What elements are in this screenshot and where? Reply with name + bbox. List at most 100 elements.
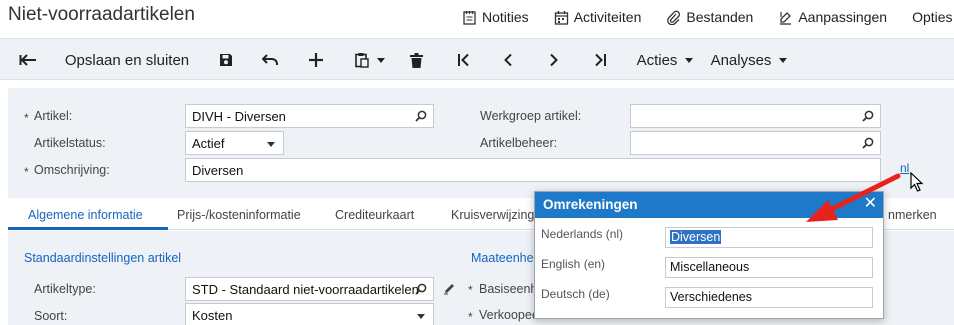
notes-icon	[463, 10, 476, 25]
tab-prijs-kosteninformatie[interactable]: Prijs-/kosteninformatie	[177, 208, 301, 222]
options-link-label: Opties	[912, 9, 953, 25]
files-link-label: Bestanden	[686, 9, 754, 25]
activities-link[interactable]: Activiteiten	[554, 9, 642, 25]
undo-button[interactable]	[256, 39, 284, 81]
tab-crediteurkaart[interactable]: Crediteurkaart	[335, 208, 414, 222]
default-settings-section-title: Standaardinstellingen artikel	[24, 251, 182, 265]
first-record-icon	[458, 53, 469, 67]
artikeltype-field[interactable]: STD - Standaard niet-voorraadartikelen	[185, 277, 434, 301]
last-record-icon	[595, 53, 606, 67]
required-marker: *	[468, 283, 473, 297]
translations-dialog-title: Omrekeningen	[543, 197, 638, 212]
next-button[interactable]	[540, 39, 568, 81]
translation-value-en: Miscellaneous	[670, 260, 750, 274]
customize-icon	[780, 11, 792, 25]
translation-label-nl: Nederlands (nl)	[541, 227, 624, 241]
back-arrow-icon	[19, 54, 36, 66]
verkoopeenheid-label: Verkoopee	[479, 308, 539, 322]
artikel-field[interactable]: DIVH - Diversen	[185, 104, 434, 128]
copy-paste-button[interactable]	[350, 39, 390, 81]
tab-algemene-informatie[interactable]: Algemene informatie	[28, 208, 143, 222]
edit-pencil-icon[interactable]	[443, 282, 456, 295]
close-icon[interactable]: ✕	[864, 196, 877, 212]
omschrijving-label: Omschrijving:	[34, 163, 110, 177]
page-title: Niet-voorraadartikelen	[8, 4, 195, 25]
notes-link[interactable]: Notities	[462, 9, 529, 25]
activities-link-label: Activiteiten	[573, 9, 642, 25]
artikeltype-value: STD - Standaard niet-voorraadartikelen	[192, 282, 419, 297]
omschrijving-field[interactable]: Diversen	[185, 158, 881, 182]
actions-menu-label: Acties	[636, 51, 678, 69]
artikelstatus-value: Actief	[192, 136, 225, 151]
soort-label: Soort:	[34, 309, 68, 323]
translation-label-de: Deutsch (de)	[541, 287, 610, 301]
soort-value: Kosten	[192, 308, 233, 323]
translation-value-nl: Diversen	[670, 230, 722, 244]
customizations-link[interactable]: Aanpassingen	[778, 9, 887, 25]
search-icon[interactable]	[862, 110, 874, 122]
actions-menu[interactable]: Acties	[632, 39, 698, 81]
required-marker: *	[468, 310, 473, 324]
files-link[interactable]: Bestanden	[666, 9, 753, 25]
analyses-menu-label: Analyses	[710, 51, 772, 69]
first-record-button[interactable]	[450, 39, 478, 81]
translation-label-en: English (en)	[541, 257, 606, 271]
units-section-title: Maateenhei	[471, 251, 537, 265]
basiseenheid-label: Basiseenh	[479, 282, 538, 296]
back-button[interactable]	[14, 39, 42, 81]
trash-icon	[409, 52, 423, 68]
artikelstatus-label: Artikelstatus:	[34, 136, 106, 150]
add-button[interactable]	[302, 39, 330, 81]
soort-select[interactable]: Kosten	[185, 303, 434, 325]
werkgroep-field[interactable]	[630, 104, 881, 128]
artikel-label: Artikel:	[34, 109, 73, 123]
toolbar: Opslaan en sluiten Acties Analyses	[0, 38, 954, 80]
search-icon[interactable]	[415, 110, 427, 122]
artikelstatus-select[interactable]: Actief	[185, 131, 284, 155]
previous-button[interactable]	[494, 39, 522, 81]
chevron-down-icon	[685, 57, 694, 63]
delete-button[interactable]	[402, 39, 430, 81]
chevron-down-icon	[377, 57, 385, 63]
chevron-down-icon	[267, 142, 275, 147]
artikelbeheer-field[interactable]	[630, 131, 881, 155]
translation-value-de: Verschiedenes	[670, 290, 753, 304]
calendar-icon	[554, 10, 568, 25]
title-bar: Niet-voorraadartikelen Notities Activite…	[0, 0, 954, 36]
mouse-cursor-icon	[910, 172, 924, 192]
translations-dialog-body: Nederlands (nl) Diversen English (en) Mi…	[535, 218, 883, 318]
save-icon	[220, 54, 232, 66]
copy-paste-icon	[355, 53, 369, 68]
required-marker: *	[24, 111, 29, 125]
save-button[interactable]	[212, 39, 240, 81]
next-icon	[550, 53, 558, 67]
analyses-menu[interactable]: Analyses	[708, 39, 790, 81]
werkgroep-label: Werkgroep artikel:	[480, 109, 582, 123]
last-record-button[interactable]	[586, 39, 614, 81]
previous-icon	[504, 53, 512, 67]
translation-field-de[interactable]: Verschiedenes	[665, 287, 873, 308]
translations-dialog: Omrekeningen ✕ Nederlands (nl) Diversen …	[534, 191, 884, 319]
active-tab-indicator	[8, 227, 168, 230]
chevron-down-icon	[779, 57, 788, 63]
tab-kruisverwijzing[interactable]: Kruisverwijzing	[451, 208, 534, 222]
artikelbeheer-label: Artikelbeheer:	[480, 136, 558, 150]
tab-kenmerken[interactable]: nmerken	[888, 208, 937, 222]
search-icon[interactable]	[862, 137, 874, 149]
chevron-down-icon	[417, 314, 425, 319]
translations-dialog-header: Omrekeningen ✕	[535, 192, 883, 218]
translation-field-nl[interactable]: Diversen	[665, 227, 873, 248]
undo-icon	[262, 54, 278, 65]
customizations-link-label: Aanpassingen	[798, 9, 888, 25]
required-marker: *	[24, 165, 29, 179]
save-and-close-button[interactable]: Opslaan en sluiten	[62, 39, 192, 81]
translation-field-en[interactable]: Miscellaneous	[665, 257, 873, 278]
save-and-close-label: Opslaan en sluiten	[64, 51, 190, 69]
artikeltype-label: Artikeltype:	[34, 282, 96, 296]
paperclip-icon	[667, 10, 681, 25]
options-link[interactable]: Opties	[912, 9, 952, 25]
language-link[interactable]: nl	[900, 161, 909, 175]
add-icon	[309, 53, 323, 67]
search-icon[interactable]	[415, 283, 427, 295]
top-links: Notities Activiteiten Bestanden Aanpassi…	[462, 9, 954, 25]
